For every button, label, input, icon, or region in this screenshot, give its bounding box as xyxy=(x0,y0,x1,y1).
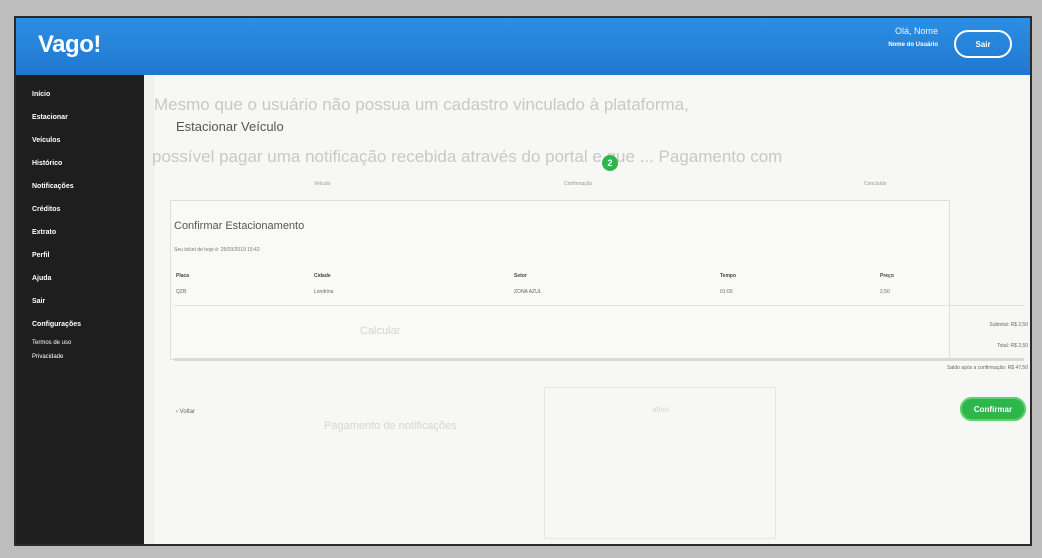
total-value: Total: R$ 2,50 xyxy=(997,343,1028,349)
ticket-subtitle: Seu ticket de hoje é: 25/03/2019 15:42 xyxy=(174,247,260,253)
divider xyxy=(174,305,1024,306)
cell-sector: ZONA AZUL xyxy=(514,289,542,295)
sidebar-item-settings[interactable]: Configurações xyxy=(16,313,144,336)
background-text-line2: possível pagar uma notificação recebida … xyxy=(152,147,783,166)
cell-plate: QZB xyxy=(176,289,187,295)
table-header-plate: Placa xyxy=(176,273,190,279)
sidebar-item-profile[interactable]: Perfil xyxy=(16,244,144,267)
background-calc-text: Calcular xyxy=(360,325,401,337)
confirm-title: Confirmar Estacionamento xyxy=(174,220,305,232)
sidebar-item-credits[interactable]: Créditos xyxy=(16,198,144,221)
divider-thick xyxy=(174,358,1024,361)
cell-time: 01:00 xyxy=(720,289,733,295)
sidebar-item-notifications[interactable]: Notificações xyxy=(16,175,144,198)
page-title: Estacionar Veículo xyxy=(176,119,284,134)
subtotal-value: Subtotal: R$ 2,50 xyxy=(989,322,1028,328)
main-content: Mesmo que o usuário não possua um cadast… xyxy=(152,75,1030,544)
sidebar-item-history[interactable]: Histórico xyxy=(16,152,144,175)
sidebar-item-park[interactable]: Estacionar xyxy=(16,106,144,129)
cell-city: Londrina xyxy=(314,289,334,295)
sidebar-footer-terms[interactable]: Termos de uso xyxy=(16,336,144,350)
table-header-city: Cidade xyxy=(314,273,331,279)
user-greeting: Olá, Nome xyxy=(894,26,938,36)
sidebar-item-logout[interactable]: Sair xyxy=(16,290,144,313)
sidebar-item-statement[interactable]: Extrato xyxy=(16,221,144,244)
confirm-button[interactable]: Confirmar xyxy=(960,397,1026,421)
step-label-done: Concluído xyxy=(864,181,887,187)
balance-after: Saldo após a confirmação: R$ 47,50 xyxy=(947,365,1028,371)
background-active-text: ativo xyxy=(652,405,669,414)
table-header-price: Preço xyxy=(880,273,894,279)
step-label-confirm: Confirmação xyxy=(564,181,593,187)
step-label-vehicle: Veículo xyxy=(314,181,331,187)
sidebar-item-help[interactable]: Ajuda xyxy=(16,267,144,290)
background-notification-text: Pagamento de notificações xyxy=(324,420,457,432)
exit-button[interactable]: Sair xyxy=(954,30,1012,58)
sidebar-item-vehicles[interactable]: Veículos xyxy=(16,129,144,152)
table-header-time: Tempo xyxy=(720,273,737,279)
sidebar-footer-privacy[interactable]: Privacidade xyxy=(16,350,144,364)
back-link[interactable]: ‹ Voltar xyxy=(176,409,195,415)
sidebar-item-home[interactable]: Início xyxy=(16,83,144,106)
user-name: Nome do Usuário xyxy=(888,42,938,48)
background-text-line1: Mesmo que o usuário não possua um cadast… xyxy=(154,95,689,114)
brand-logo[interactable]: Vago! xyxy=(38,31,101,59)
cell-price: 2,50 xyxy=(880,289,890,295)
top-navbar: Vago! Olá, Nome Nome do Usuário Sair xyxy=(16,18,1030,75)
app-window: Vago! Olá, Nome Nome do Usuário Sair Iní… xyxy=(14,16,1032,546)
active-step-indicator: 2 xyxy=(602,155,618,171)
sidebar: Início Estacionar Veículos Histórico Not… xyxy=(16,75,144,544)
table-header-sector: Setor xyxy=(514,273,527,279)
